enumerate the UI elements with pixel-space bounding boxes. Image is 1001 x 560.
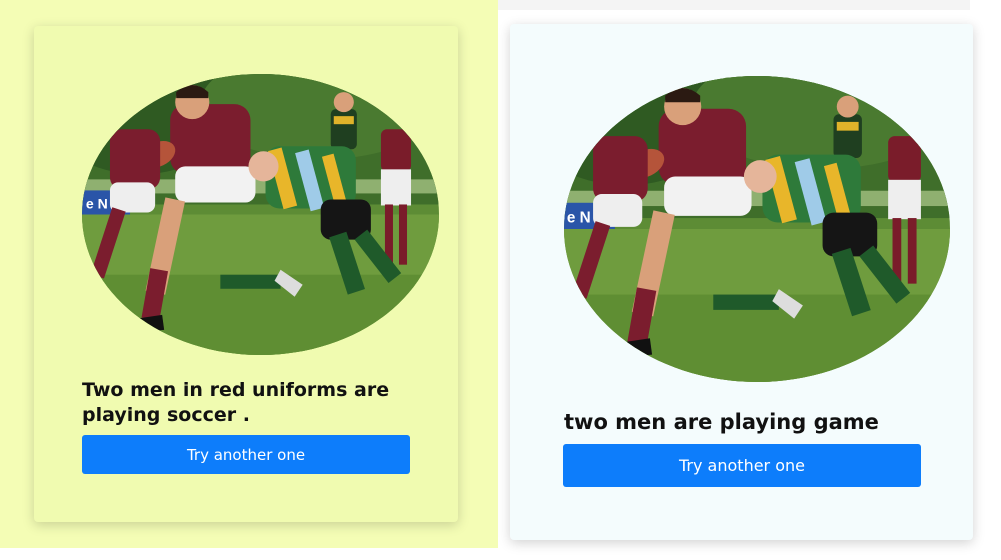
rugby-photo-image [564,76,950,382]
rugby-photo-image [82,74,439,355]
right-pane: two men are playing game Try another one [498,0,1001,560]
rugby-photo [82,74,439,355]
caption-card-right: two men are playing game Try another one [510,24,973,540]
rugby-photo [564,76,950,382]
generated-caption: Two men in red uniforms are playing socc… [82,379,390,426]
left-pane: Two men in red uniforms are playing socc… [0,0,498,548]
caption-card-left: Two men in red uniforms are playing socc… [34,26,458,522]
generated-caption: two men are playing game [564,410,879,434]
try-another-button[interactable]: Try another one [563,444,921,487]
top-divider [498,0,970,10]
try-another-button[interactable]: Try another one [82,435,410,474]
